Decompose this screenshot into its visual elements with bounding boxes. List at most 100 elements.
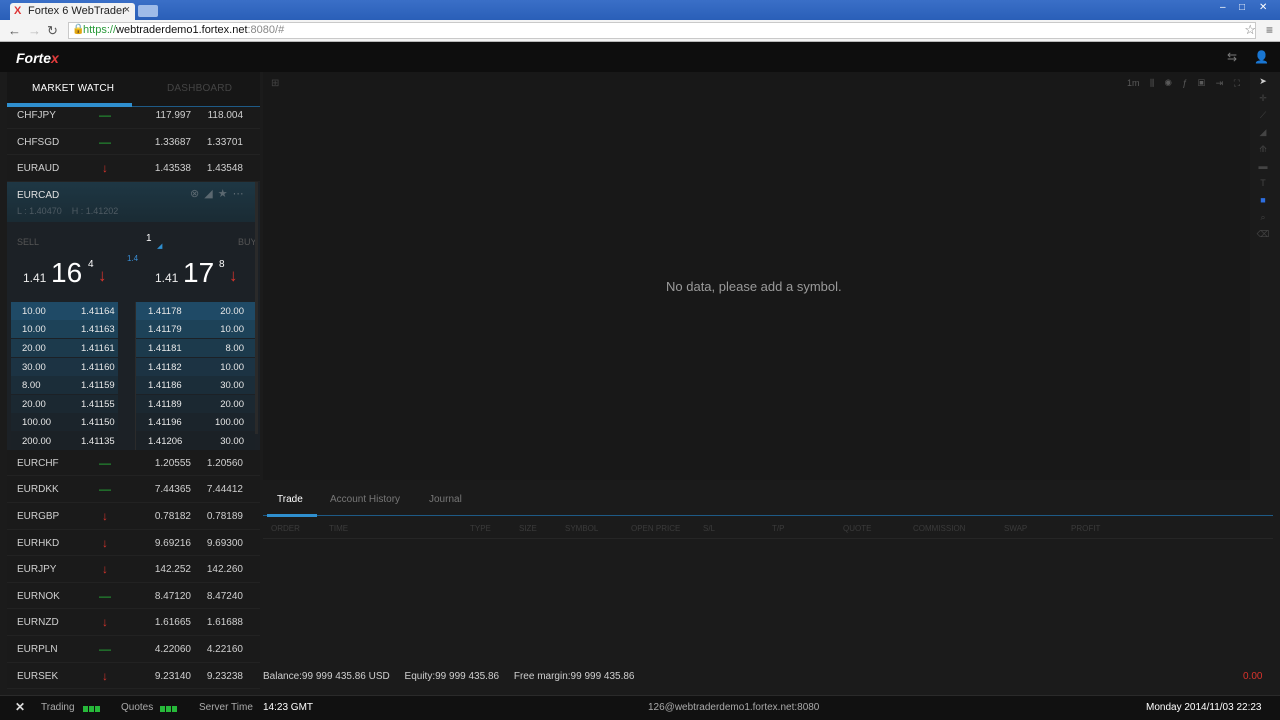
depth-row[interactable]: 10.00 1.41163 1.41179 10.00 <box>11 320 255 339</box>
browser-tab-bar: X Fortex 6 WebTrader × – □ ✕ <box>0 0 1280 20</box>
depth-row[interactable]: 8.00 1.41159 1.41186 30.00 <box>11 376 255 395</box>
tab-market-watch[interactable]: MARKET WATCH <box>32 83 114 94</box>
forward-icon[interactable]: → <box>28 23 41 38</box>
col-size[interactable]: SIZE <box>519 524 537 533</box>
balance-value: Balance:99 999 435.86 USD <box>263 671 390 682</box>
col-profit[interactable]: PROFIT <box>1071 524 1100 533</box>
buy-label[interactable]: BUY <box>238 237 257 247</box>
symbol-row[interactable]: EURDKK — 7.44365 7.44412 <box>7 476 260 503</box>
sell-price-big[interactable]: 16 <box>51 257 82 289</box>
symbol-row[interactable]: EURPLN — 4.22060 4.22160 <box>7 636 260 663</box>
timeframe-button[interactable]: 1m <box>1127 78 1140 88</box>
symbol-row[interactable]: EURGBP ↓ 0.78182 0.78189 <box>7 503 260 530</box>
maximize-icon[interactable]: □ <box>1239 2 1245 13</box>
tab-dashboard[interactable]: DASHBOARD <box>167 83 232 94</box>
browser-tab[interactable]: X Fortex 6 WebTrader × <box>10 3 135 20</box>
depth-row[interactable]: 100.00 1.41150 1.41196 100.00 <box>11 413 255 432</box>
color-swatch-icon[interactable]: ■ <box>1255 195 1271 212</box>
symbol-name: EURGBP <box>17 510 60 522</box>
col-commission[interactable]: COMMISSION <box>913 524 965 533</box>
depth-row[interactable]: 20.00 1.41161 1.41181 8.00 <box>11 338 255 358</box>
symbol-row[interactable]: CHFSGD — 1.33687 1.33701 <box>7 129 260 156</box>
indicator-icon[interactable]: ƒ <box>1182 78 1187 88</box>
candlestick-icon[interactable]: ⫼ <box>1150 78 1154 88</box>
symbol-row[interactable]: EURCHF — 1.20555 1.20560 <box>7 450 260 477</box>
col-swap[interactable]: SWAP <box>1004 524 1027 533</box>
reload-icon[interactable]: ↻ <box>47 23 58 39</box>
symbol-name: EURNZD <box>17 617 59 629</box>
text-icon[interactable]: T <box>1255 178 1271 195</box>
eye-icon[interactable]: ◉ <box>1165 78 1172 88</box>
url-scheme: https:// <box>83 24 117 36</box>
bookmark-star-icon[interactable]: ☆ <box>1244 22 1256 38</box>
crosshair-icon[interactable]: ✛ <box>1255 93 1271 110</box>
ask-price: 1.43548 <box>206 163 243 175</box>
ask-price: 9.69300 <box>206 537 243 549</box>
layout-toggle-icon[interactable]: ⇆ <box>1227 50 1237 64</box>
url-input[interactable]: 🔒 https://webtraderdemo1.fortex.net:8080… <box>68 22 1256 39</box>
symbol-row[interactable]: EURNOK — 8.47120 8.47240 <box>7 583 260 610</box>
symbol-row[interactable]: EURHKD ↓ 9.69216 9.69300 <box>7 530 260 557</box>
fullscreen-icon[interactable]: ⛶ <box>1234 78 1240 88</box>
cursor-icon[interactable]: ➤ <box>1255 76 1271 93</box>
browser-menu-icon[interactable]: ≡ <box>1266 23 1273 37</box>
ask-price: 142.260 <box>206 564 243 576</box>
depth-row[interactable]: 10.00 1.41164 1.41178 20.00 <box>11 301 255 321</box>
col-time[interactable]: TIME <box>329 524 348 533</box>
expanded-header[interactable]: EURCAD L : 1.40470 H : 1.41202 ⊗◢★⋯ <box>7 181 255 222</box>
window-close-icon[interactable]: ✕ <box>1259 2 1267 13</box>
depth-row[interactable]: 30.00 1.41160 1.41182 10.00 <box>11 357 255 377</box>
back-icon[interactable]: ← <box>8 23 21 38</box>
depth-row[interactable]: 200.00 1.41135 1.41206 30.00 <box>11 431 255 451</box>
col-symbol[interactable]: SYMBOL <box>565 524 598 533</box>
close-tab-icon[interactable]: × <box>124 4 130 16</box>
window-icon[interactable]: ▣ <box>1198 78 1205 88</box>
add-chart-icon[interactable]: ⊞ <box>271 78 279 89</box>
export-icon[interactable]: ⇥ <box>1216 78 1224 88</box>
direction-flat-icon: — <box>99 588 111 603</box>
bid-depth-price: 1.41163 <box>81 324 115 336</box>
symbol-row[interactable]: EURJPY ↓ 142.252 142.260 <box>7 556 260 583</box>
col-sl[interactable]: S/L <box>703 524 715 533</box>
info-icon[interactable]: ⊗ <box>190 188 204 200</box>
zoom-icon[interactable]: ⌕ <box>1255 212 1271 229</box>
favorite-star-icon[interactable]: ★ <box>218 188 233 200</box>
header-divider <box>263 538 1273 539</box>
depth-row[interactable]: 20.00 1.41155 1.41189 20.00 <box>11 394 255 414</box>
bid-price: 1.20555 <box>154 457 191 469</box>
symbol-row[interactable]: CHFJPY — 117.997 118.004 <box>7 102 260 129</box>
low-high-range: L : 1.40470 H : 1.41202 <box>17 206 118 216</box>
col-quote[interactable]: QUOTE <box>843 524 871 533</box>
buy-price-big[interactable]: 17 <box>183 257 214 289</box>
symbol-row[interactable]: EURSEK ↓ 9.23140 9.23238 <box>7 663 260 689</box>
bid-price: 117.997 <box>155 110 191 121</box>
col-order[interactable]: ORDER <box>271 524 300 533</box>
new-tab-button[interactable] <box>138 5 158 17</box>
minimize-icon[interactable]: – <box>1220 2 1226 13</box>
channel-icon[interactable]: ◢ <box>1255 127 1271 144</box>
trendline-icon[interactable]: ⟋ <box>1255 110 1271 127</box>
rectangle-icon[interactable]: ▬ <box>1255 161 1271 178</box>
logo-text: Forte <box>16 50 51 66</box>
tab-account-history[interactable]: Account History <box>330 494 400 505</box>
symbol-name: CHFJPY <box>17 110 56 121</box>
symbol-row[interactable]: EURAUD ↓ 1.43538 1.43548 <box>7 155 260 182</box>
direction-down-icon: ↓ <box>102 161 108 176</box>
quantity-value[interactable]: 1 <box>146 233 152 244</box>
sell-label[interactable]: SELL <box>17 237 39 247</box>
server-time-label: Server Time <box>199 702 253 713</box>
symbol-list-scrollbar[interactable] <box>255 182 258 434</box>
user-icon[interactable]: 👤 <box>1254 50 1269 64</box>
pitchfork-icon[interactable]: ⟰ <box>1255 144 1271 161</box>
quantity-stepper-icon[interactable]: ◢ <box>157 242 162 250</box>
symbol-row[interactable]: EURNZD ↓ 1.61665 1.61688 <box>7 609 260 636</box>
col-tp[interactable]: T/P <box>772 524 784 533</box>
more-icon[interactable]: ⋯ <box>233 188 249 200</box>
delete-icon[interactable]: ⌫ <box>1255 229 1271 246</box>
col-open-price[interactable]: OPEN PRICE <box>631 524 680 533</box>
tab-trade[interactable]: Trade <box>277 494 303 505</box>
tab-journal[interactable]: Journal <box>429 494 462 505</box>
chart-icon[interactable]: ◢ <box>204 188 217 200</box>
col-type[interactable]: TYPE <box>470 524 491 533</box>
address-bar: ← → ↻ 🔒 https://webtraderdemo1.fortex.ne… <box>0 20 1280 42</box>
